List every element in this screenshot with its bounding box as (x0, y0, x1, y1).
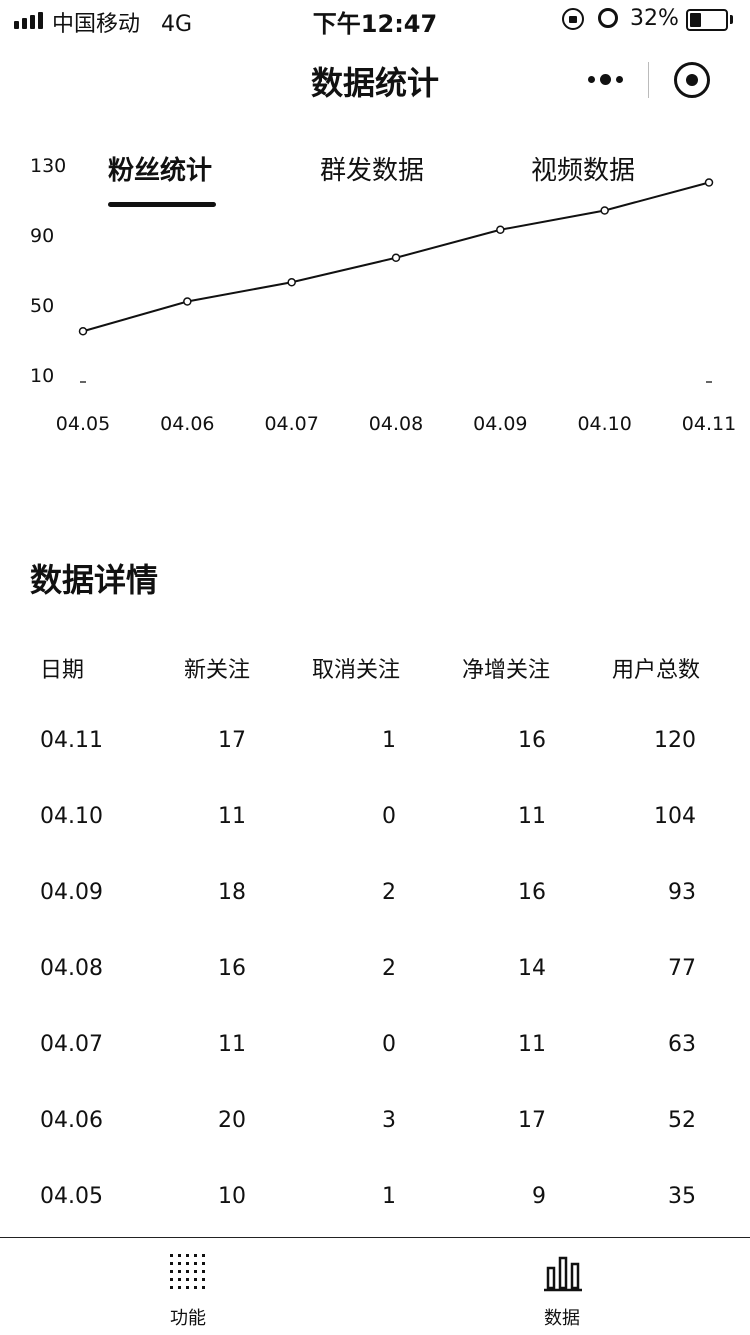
page-title: 数据统计 (310, 64, 439, 102)
cell-net: 16 (518, 880, 546, 905)
data-point[interactable] (183, 297, 192, 306)
battery-tip (730, 15, 733, 24)
cell-new: 20 (218, 1108, 246, 1133)
capsule-divider (648, 62, 649, 98)
cell-unfollow: 0 (382, 1032, 396, 1057)
cell-unfollow: 1 (382, 728, 396, 753)
cell-new: 11 (218, 1032, 246, 1057)
table-row: 04.11 17 1 16 120 (0, 728, 750, 804)
x-tick-label: 04.11 (682, 413, 736, 435)
table-row: 04.07 11 0 11 63 (0, 1032, 750, 1108)
cell-total: 63 (668, 1032, 696, 1057)
bar-chart-icon (544, 1256, 582, 1292)
cell-unfollow: 1 (382, 1184, 396, 1209)
x-tick-label: 04.09 (473, 413, 527, 435)
data-point[interactable] (600, 206, 609, 215)
cell-total: 104 (654, 804, 696, 829)
table-row: 04.08 16 2 14 77 (0, 956, 750, 1032)
table-row: 04.06 20 3 17 52 (0, 1108, 750, 1184)
x-tick-label: 04.06 (160, 413, 214, 435)
data-point[interactable] (78, 327, 88, 336)
cell-net: 11 (518, 804, 546, 829)
cell-new: 11 (218, 804, 246, 829)
data-point[interactable] (704, 178, 714, 187)
battery-percent: 32% (630, 6, 679, 31)
status-bar: 中国移动 4G 下午12:47 32% (0, 0, 750, 44)
cell-net: 16 (518, 728, 546, 753)
y-tick-label: 10 (30, 365, 54, 387)
cell-unfollow: 2 (382, 956, 396, 981)
data-point[interactable] (496, 225, 505, 234)
col-unfollow: 取消关注 (311, 658, 400, 683)
x-tick-label: 04.05 (56, 413, 110, 435)
col-net: 净增关注 (461, 658, 550, 683)
cell-net: 11 (518, 1032, 546, 1057)
cell-total: 77 (668, 956, 696, 981)
cell-date: 04.09 (40, 880, 103, 905)
cell-unfollow: 2 (382, 880, 396, 905)
cell-net: 14 (518, 956, 546, 981)
cell-new: 18 (218, 880, 246, 905)
cell-date: 04.11 (40, 728, 103, 753)
cell-date: 04.07 (40, 1032, 103, 1057)
col-date: 日期 (40, 658, 85, 683)
col-new: 新关注 (183, 658, 250, 683)
alarm-icon (598, 8, 618, 28)
target-icon[interactable] (674, 62, 710, 98)
tab-fans[interactable]: 粉丝统计 (108, 150, 212, 187)
col-total: 用户总数 (611, 658, 700, 683)
cell-new: 10 (218, 1184, 246, 1209)
tab-indicator (108, 202, 216, 207)
more-dots-icon[interactable] (588, 74, 623, 85)
x-tick-label: 04.10 (577, 413, 631, 435)
battery-icon (686, 9, 728, 31)
cell-new: 16 (218, 956, 246, 981)
x-tick-label: 04.07 (264, 413, 318, 435)
cell-date: 04.05 (40, 1184, 103, 1209)
cell-total: 35 (668, 1184, 696, 1209)
tab-video[interactable]: 视频数据 (531, 150, 635, 187)
table-row: 04.10 11 0 11 104 (0, 804, 750, 880)
tabbar-label-data: 数据 (544, 1308, 580, 1329)
y-tick-label: 130 (30, 155, 66, 177)
bottom-tab-bar: 功能 数据 (0, 1237, 750, 1335)
y-tick-label: 50 (30, 295, 54, 317)
cell-net: 9 (532, 1184, 546, 1209)
cell-date: 04.08 (40, 956, 103, 981)
cell-total: 52 (668, 1108, 696, 1133)
cell-date: 04.06 (40, 1108, 103, 1133)
cell-unfollow: 3 (382, 1108, 396, 1133)
cell-new: 17 (218, 728, 246, 753)
rotation-lock-icon (562, 8, 584, 30)
table-row: 04.09 18 2 16 93 (0, 880, 750, 956)
data-point[interactable] (391, 253, 401, 262)
cell-net: 17 (518, 1108, 546, 1133)
details-title: 数据详情 (30, 561, 159, 599)
y-tick-label: 90 (30, 225, 54, 247)
tabbar-label-features: 功能 (170, 1308, 206, 1329)
cell-date: 04.10 (40, 804, 103, 829)
cell-total: 120 (654, 728, 696, 753)
grid-dots-icon (170, 1254, 206, 1290)
data-point[interactable] (287, 278, 296, 287)
cell-total: 93 (668, 880, 696, 905)
cell-unfollow: 0 (382, 804, 396, 829)
table-header: 日期 新关注 取消关注 净增关注 用户总数 (0, 652, 750, 683)
tab-broadcast[interactable]: 群发数据 (320, 150, 424, 187)
x-tick-label: 04.08 (369, 413, 423, 435)
